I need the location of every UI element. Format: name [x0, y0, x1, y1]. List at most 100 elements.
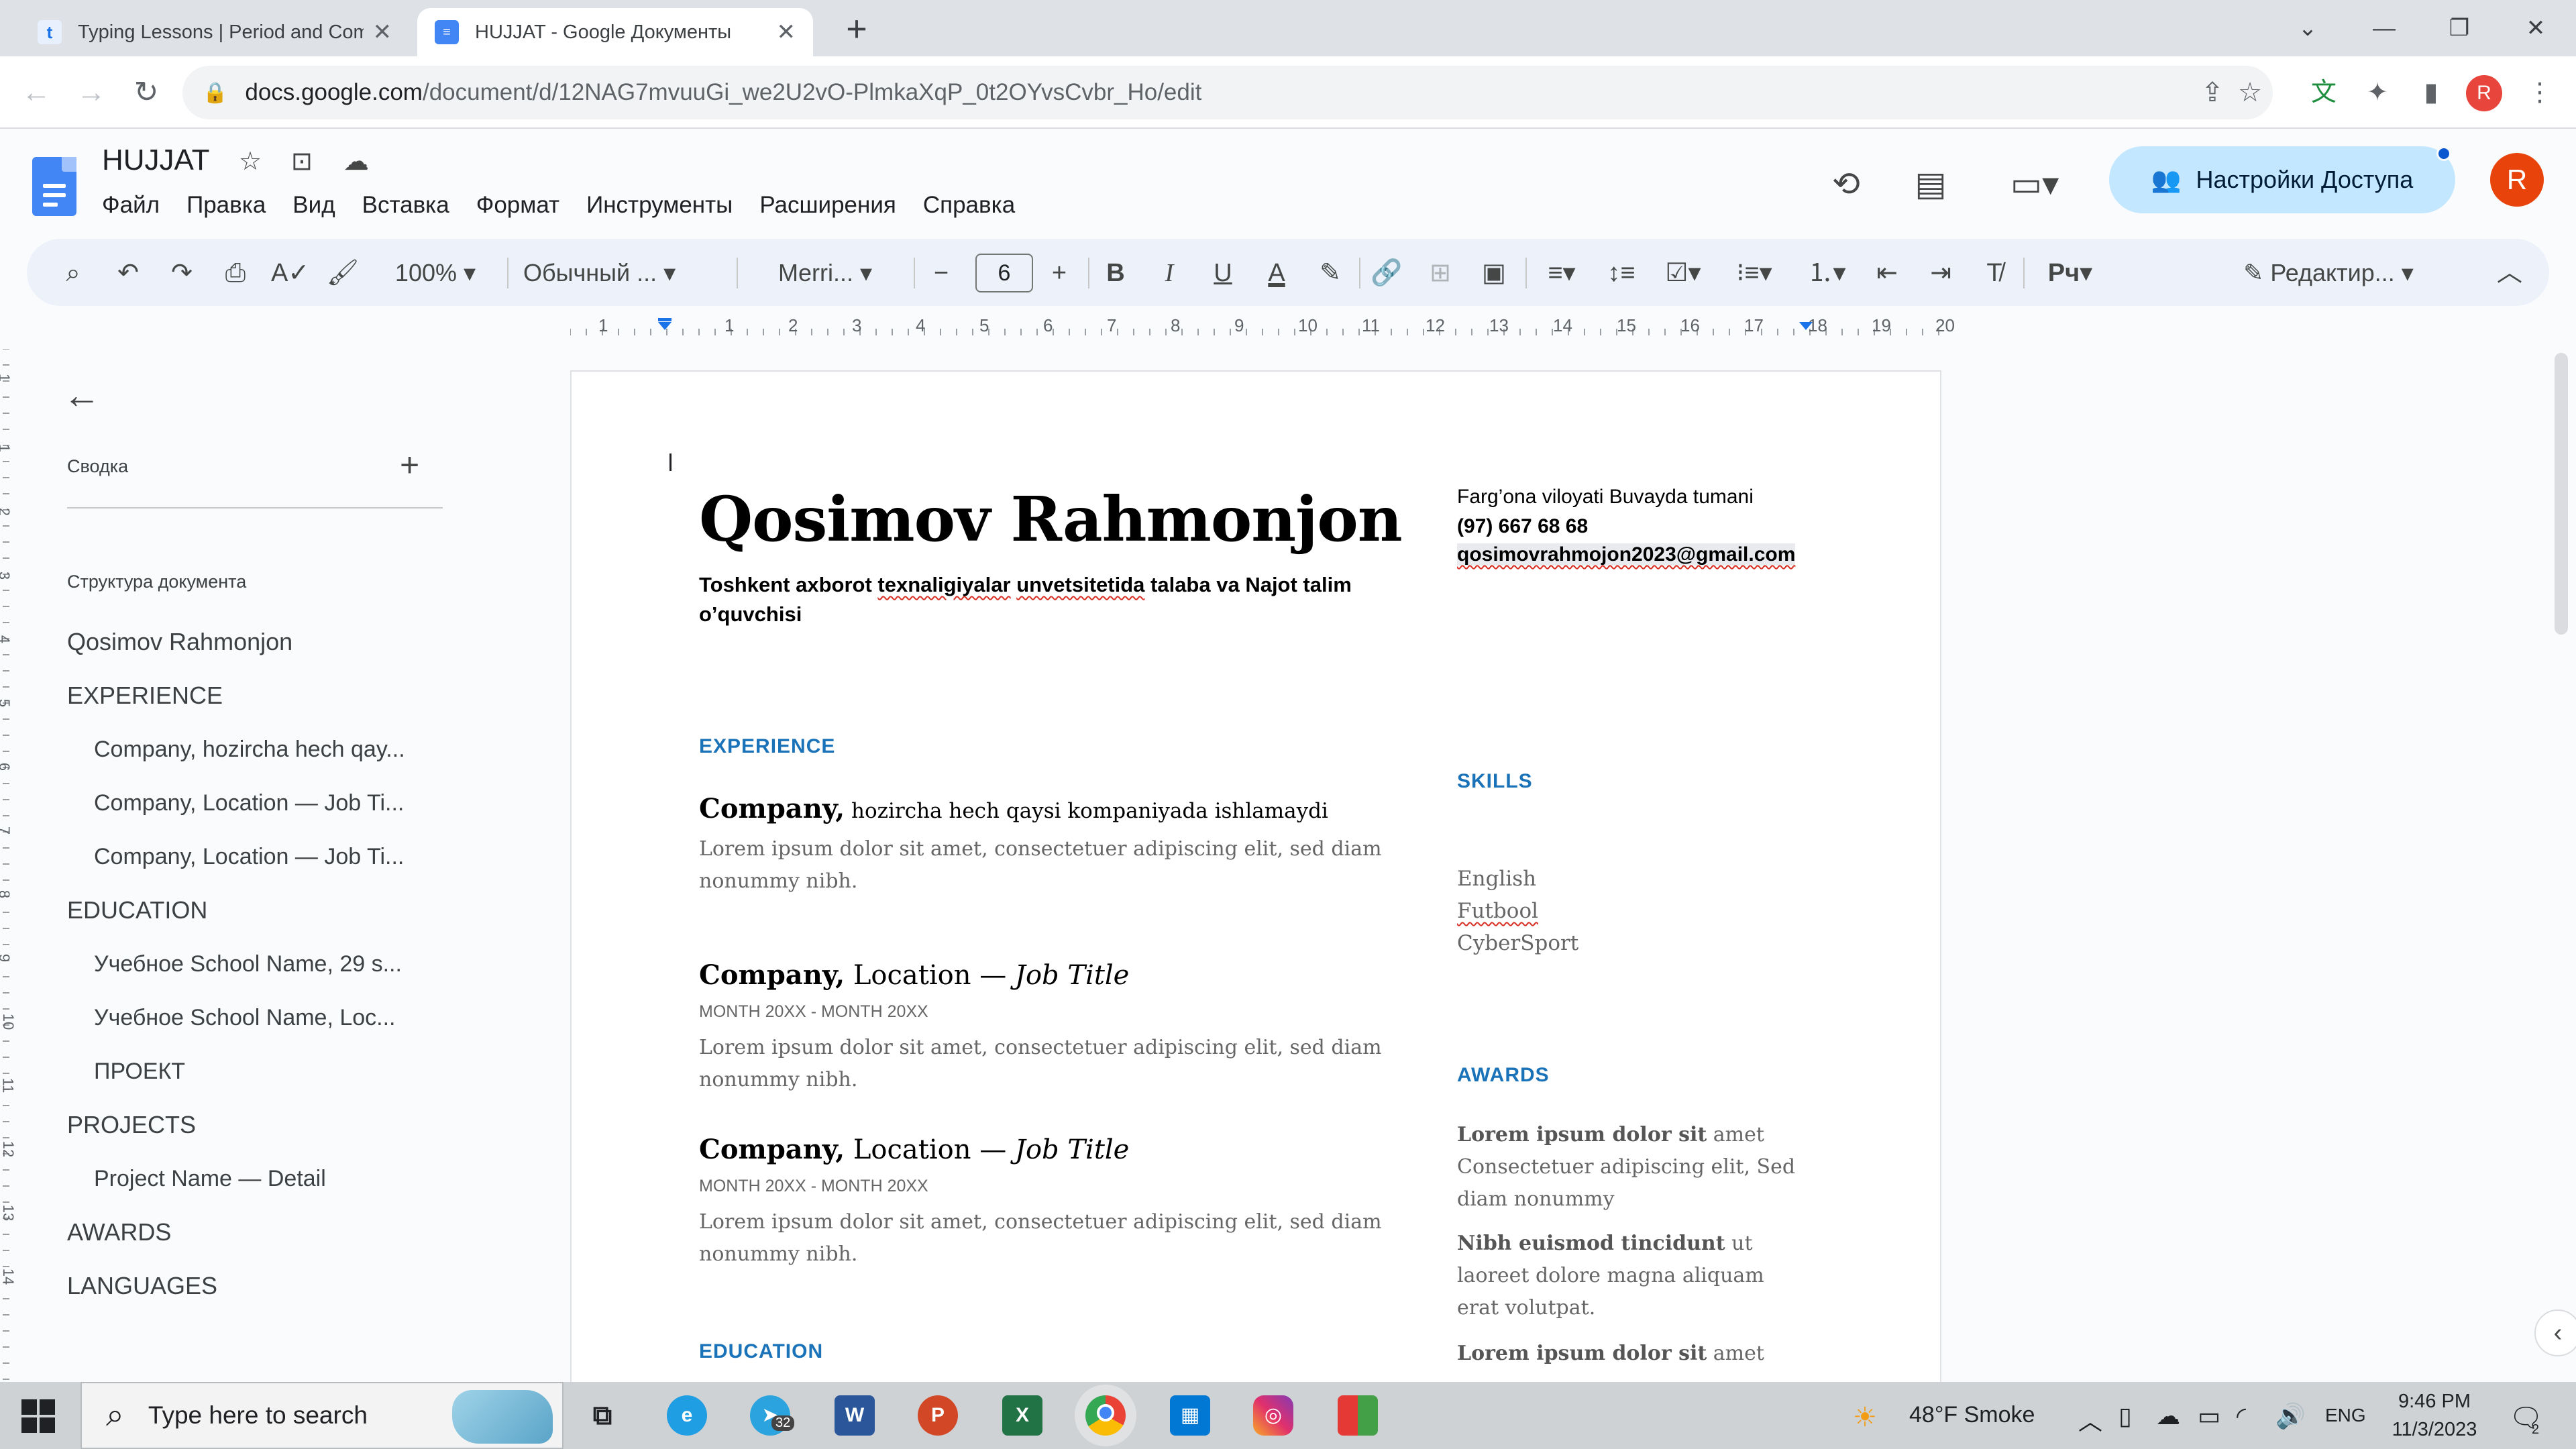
misspelled-word[interactable]: texnaligiyalar [877, 573, 1010, 596]
font-size-input[interactable]: 6 [975, 254, 1033, 292]
increase-font-size-icon[interactable]: + [1041, 255, 1077, 291]
outline-item[interactable]: Qosimov Rahmonjon [67, 628, 292, 656]
menu-extensions[interactable]: Расширения [759, 192, 896, 219]
align-icon[interactable]: ≡▾ [1534, 255, 1590, 291]
undo-icon[interactable]: ↶ [110, 255, 146, 291]
weather-text[interactable]: 48°F Smoke [1909, 1402, 2035, 1428]
document-scrollbar[interactable] [2555, 353, 2568, 635]
education-heading[interactable]: EDUCATION [699, 1340, 823, 1363]
back-button[interactable]: ← [15, 71, 58, 114]
side-panel-toggle-icon[interactable]: ‹ [2534, 1309, 2576, 1356]
battery-icon[interactable]: ▭ [2198, 1402, 2220, 1430]
show-hidden-icons-chevron-icon[interactable]: ︿ [2078, 1402, 2102, 1437]
docs-logo-icon[interactable] [32, 157, 76, 216]
outline-item[interactable]: Project Name — Detail [94, 1166, 443, 1192]
version-history-icon[interactable]: ⟲ [1822, 160, 1870, 208]
skill-item[interactable]: Futbool [1457, 899, 1538, 923]
share-page-icon[interactable]: ⇪ [2192, 72, 2233, 113]
outline-item[interactable]: Company, Location — Job Ti... [94, 844, 443, 870]
browser-profile-avatar[interactable]: R [2466, 75, 2502, 111]
outline-item[interactable]: PROJECTS [67, 1111, 196, 1139]
outline-item[interactable]: Company, hozircha hech qay... [94, 737, 443, 763]
job-heading[interactable]: Company, hozircha hech qaysi kompaniyada… [699, 793, 1328, 824]
menu-edit[interactable]: Правка [186, 192, 266, 219]
search-menus-icon[interactable]: ⌕ [55, 255, 91, 291]
redo-icon[interactable]: ↷ [164, 255, 200, 291]
meet-video-icon[interactable]: ▭▾ [1998, 160, 2072, 208]
share-button[interactable]: 👥 Настройки Доступа [2109, 146, 2455, 213]
line-spacing-icon[interactable]: ↕≡ [1603, 255, 1640, 291]
clear-formatting-icon[interactable]: T̸ [1976, 255, 2012, 291]
job-dates[interactable]: MONTH 20XX - MONTH 20XX [699, 1177, 928, 1196]
decrease-indent-icon[interactable]: ⇤ [1869, 255, 1905, 291]
underline-icon[interactable]: U [1205, 255, 1241, 291]
job-heading[interactable]: Company, Location — Job Title [699, 959, 1129, 991]
onedrive-cloud-icon[interactable]: ☁ [2156, 1402, 2180, 1430]
menu-view[interactable]: Вид [292, 192, 335, 219]
contact-email[interactable]: qosimovrahmojon2023@gmail.com [1457, 543, 1796, 566]
bold-icon[interactable]: B [1097, 255, 1134, 291]
new-tab-button[interactable]: + [837, 9, 876, 48]
comments-icon[interactable]: ▤ [1907, 160, 1955, 208]
document-page[interactable]: Qosimov Rahmonjon Toshkent axborot texna… [570, 370, 1941, 1449]
misspelled-word[interactable]: unvetsitetida [1016, 573, 1144, 596]
experience-heading[interactable]: EXPERIENCE [699, 735, 835, 758]
job-description[interactable]: Lorem ipsum dolor sit amet, consectetuer… [699, 1032, 1383, 1096]
outline-item[interactable]: ПРОЕКТ [94, 1059, 443, 1085]
close-window-button[interactable]: ✕ [2509, 8, 2563, 48]
bookmark-star-icon[interactable]: ☆ [2230, 72, 2270, 113]
outline-item[interactable]: AWARDS [67, 1218, 171, 1246]
collapse-menus-icon[interactable]: ︿ [2491, 255, 2528, 291]
italic-icon[interactable]: I [1151, 255, 1187, 291]
minimize-button[interactable]: — [2357, 8, 2411, 48]
input-tools-icon[interactable]: Pч▾ [2037, 255, 2104, 291]
paint-format-icon[interactable]: 🖌 [325, 255, 361, 291]
contact-address[interactable]: Farg’ona viloyati Buvayda tumani [1457, 486, 1754, 508]
menu-tools[interactable]: Инструменты [586, 192, 733, 219]
browser-menu-icon[interactable]: ⋮ [2522, 75, 2557, 110]
awards-heading[interactable]: AWARDS [1457, 1064, 1550, 1087]
font-select[interactable]: Merri... ▾ [745, 255, 906, 291]
close-icon[interactable]: ✕ [777, 19, 796, 46]
wifi-icon[interactable]: ◜ [2237, 1402, 2246, 1430]
add-comment-icon[interactable]: ⊞ [1422, 255, 1458, 291]
job-heading[interactable]: Company, Location — Job Title [699, 1134, 1129, 1165]
menu-file[interactable]: Файл [102, 192, 160, 219]
left-indent-marker[interactable] [658, 322, 672, 330]
checklist-icon[interactable]: ☑▾ [1653, 255, 1713, 291]
vertical-ruler[interactable] [0, 349, 27, 1382]
language-indicator[interactable]: ENG [2325, 1405, 2366, 1426]
menu-insert[interactable]: Вставка [362, 192, 449, 219]
resume-name[interactable]: Qosimov Rahmonjon [699, 483, 1403, 555]
taskbar-search[interactable]: ⌕ Type here to search [80, 1382, 564, 1449]
instagram-icon[interactable]: ◎ [1253, 1395, 1293, 1436]
increase-indent-icon[interactable]: ⇥ [1923, 255, 1959, 291]
job-dates[interactable]: MONTH 20XX - MONTH 20XX [699, 1002, 928, 1022]
weather-icon[interactable]: ☀ [1853, 1402, 1877, 1433]
menu-help[interactable]: Справка [923, 192, 1015, 219]
windows-start-icon[interactable] [21, 1399, 55, 1433]
clock[interactable]: 9:46 PM 11/3/2023 [2364, 1387, 2505, 1444]
calendar-icon[interactable]: ▦ [1170, 1395, 1210, 1436]
print-icon[interactable]: ⎙ [217, 255, 254, 291]
cloud-saved-icon[interactable]: ☁ [343, 146, 369, 176]
zoom-select[interactable]: 100% ▾ [378, 255, 492, 291]
word-icon[interactable]: W [835, 1395, 875, 1436]
outline-item[interactable]: EXPERIENCE [67, 682, 223, 710]
menu-format[interactable]: Формат [476, 192, 559, 219]
tab-hujjat[interactable]: ≡ HUJJAT - Google Документы ✕ [417, 8, 813, 56]
address-bar[interactable]: 🔒 docs.google.com/document/d/12NAG7mvuuG… [182, 66, 2273, 119]
resume-subtitle[interactable]: Toshkent axborot texnaligiyalar unvetsit… [699, 570, 1397, 629]
close-outline-arrow-icon[interactable]: ← [63, 373, 101, 417]
chrome-icon[interactable] [1085, 1395, 1126, 1436]
insert-link-icon[interactable]: 🔗 [1368, 255, 1405, 291]
move-folder-icon[interactable]: ⊡ [291, 146, 313, 176]
award-item[interactable]: Lorem ipsum dolor sit amet [1457, 1338, 1806, 1370]
skill-item[interactable]: CyberSport [1457, 931, 1578, 955]
outline-item[interactable]: Учебное School Name, 29 s... [94, 951, 443, 977]
award-item[interactable]: Lorem ipsum dolor sit amet Consectetuer … [1457, 1119, 1806, 1216]
side-panel-icon[interactable]: ▮ [2414, 75, 2449, 110]
award-item[interactable]: Nibh euismod tincidunt ut laoreet dolore… [1457, 1228, 1806, 1324]
device-icon[interactable]: ▯ [2118, 1402, 2132, 1430]
first-line-indent-marker[interactable] [658, 318, 672, 321]
